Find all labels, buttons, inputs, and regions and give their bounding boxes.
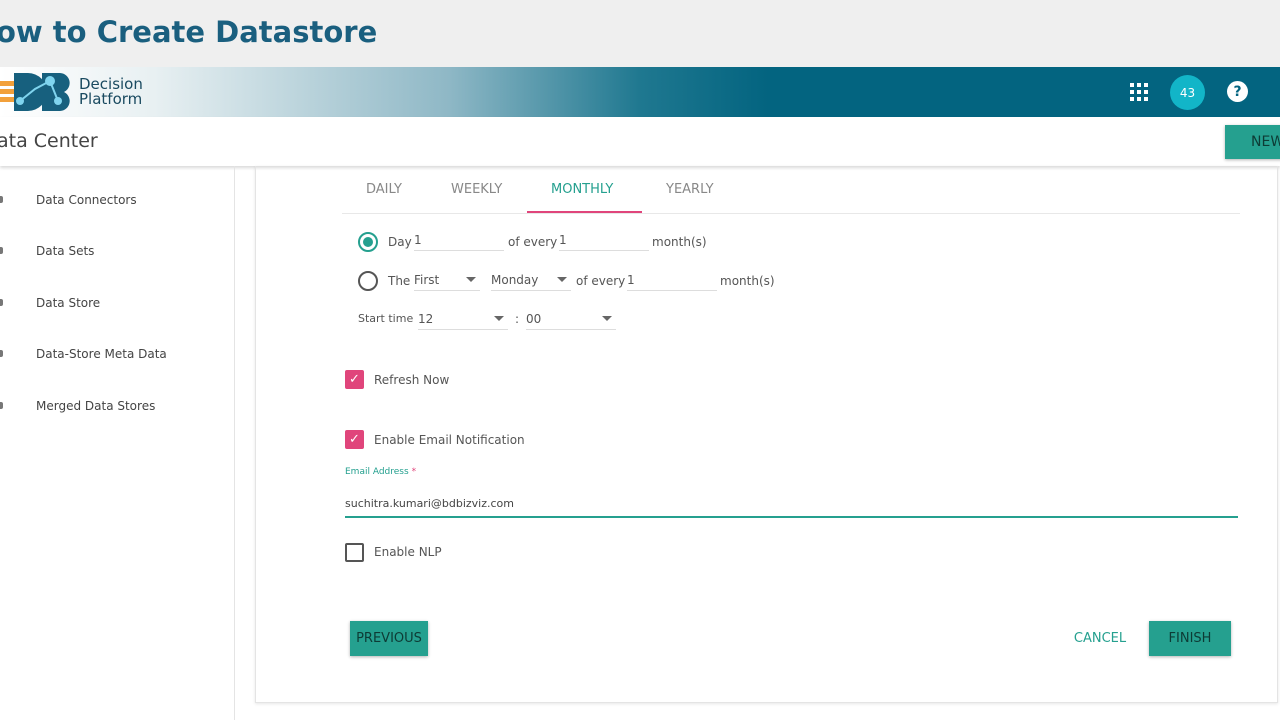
- cancel-button[interactable]: CANCEL: [1066, 621, 1134, 656]
- refresh-now-label: Refresh Now: [374, 373, 450, 387]
- apps-grid-icon[interactable]: [1130, 83, 1148, 101]
- the-label: The: [388, 274, 411, 288]
- tab-daily[interactable]: DAILY: [366, 182, 402, 197]
- metadata-icon: [0, 350, 3, 357]
- sidebar-item-merged-data-stores[interactable]: Merged Data Stores: [36, 399, 155, 413]
- email-notification-label: Enable Email Notification: [374, 433, 525, 447]
- minute-select[interactable]: 00: [526, 312, 616, 330]
- sidebar-item-label: Data-Store Meta Data: [36, 347, 167, 361]
- video-title: ow to Create Datastore: [0, 15, 378, 49]
- brand-line2: Platform: [79, 90, 143, 108]
- brand-name: Decision Platform: [79, 77, 143, 107]
- new-button[interactable]: NEW: [1225, 125, 1280, 159]
- sidebar-item-data-connectors[interactable]: Data Connectors: [36, 193, 137, 207]
- weekday-value: Monday: [491, 273, 539, 287]
- sidebar-item-data-store[interactable]: Data Store: [36, 296, 100, 310]
- hour-value: 12: [418, 312, 434, 326]
- sidebar-item-label: Data Connectors: [36, 193, 137, 207]
- help-icon[interactable]: ?: [1227, 81, 1248, 102]
- month-unit-label: month(s): [652, 235, 707, 249]
- sidebar-item-data-store-meta-data[interactable]: Data-Store Meta Data: [36, 347, 167, 361]
- notification-badge[interactable]: 43: [1170, 75, 1205, 110]
- finish-button[interactable]: FINISH: [1149, 621, 1231, 656]
- month-unit-label: month(s): [720, 274, 775, 288]
- chevron-down-icon: [602, 316, 612, 321]
- chevron-down-icon: [466, 277, 476, 282]
- sidebar-item-data-sets[interactable]: Data Sets: [36, 244, 94, 258]
- start-time-label: Start time: [358, 312, 414, 325]
- sidebar-item-label: Merged Data Stores: [36, 399, 156, 413]
- hour-select[interactable]: 12: [418, 312, 508, 330]
- video-title-bar: ow to Create Datastore: [0, 0, 1280, 67]
- the-option-radio[interactable]: [358, 271, 378, 291]
- minute-value: 00: [526, 312, 542, 326]
- connector-icon: [0, 196, 3, 203]
- app-header: Decision Platform 43 ?: [0, 67, 1280, 117]
- email-address-input[interactable]: suchitra.kumari@bdbizviz.com: [345, 497, 1238, 518]
- sidebar-item-label: Data Store: [36, 296, 101, 310]
- tab-yearly[interactable]: YEARLY: [666, 182, 714, 197]
- of-every-label: of every: [508, 235, 558, 249]
- sidebar-item-label: Data Sets: [36, 244, 95, 258]
- tab-monthly[interactable]: MONTHLY: [551, 182, 613, 197]
- email-notification-checkbox[interactable]: ✓: [345, 430, 364, 449]
- required-marker: *: [411, 467, 417, 477]
- email-label-text: Email Address: [345, 467, 409, 477]
- ordinal-select[interactable]: First: [414, 273, 480, 291]
- datastore-icon: [0, 299, 3, 306]
- months-input[interactable]: 1: [559, 233, 649, 251]
- ordinal-value: First: [414, 273, 440, 287]
- months-input-2[interactable]: 1: [627, 273, 717, 291]
- tab-weekly[interactable]: WEEKLY: [451, 182, 502, 197]
- page-title: ata Center: [0, 130, 98, 152]
- email-address-label: Email Address *: [345, 467, 416, 477]
- sidebar: Data Connectors Data Sets Data Store Dat…: [0, 166, 235, 720]
- chevron-down-icon: [557, 277, 567, 282]
- refresh-now-checkbox[interactable]: ✓: [345, 370, 364, 389]
- enable-nlp-label: Enable NLP: [374, 545, 442, 559]
- day-option-radio[interactable]: [358, 232, 378, 252]
- previous-button[interactable]: PREVIOUS: [350, 621, 428, 656]
- merged-icon: [0, 402, 3, 409]
- day-input[interactable]: 1: [414, 233, 504, 251]
- of-every-label: of every: [576, 274, 626, 288]
- chevron-down-icon: [494, 316, 504, 321]
- weekday-select[interactable]: Monday: [491, 273, 571, 291]
- time-separator: :: [515, 312, 520, 326]
- enable-nlp-checkbox[interactable]: [345, 543, 364, 562]
- page-header: ata Center NEW: [0, 117, 1280, 166]
- dataset-icon: [0, 247, 3, 254]
- frequency-tabs: DAILY WEEKLY MONTHLY YEARLY: [342, 170, 1240, 214]
- active-tab-indicator: [527, 211, 642, 213]
- day-label: Day: [388, 235, 412, 249]
- logo-icon: [0, 73, 70, 111]
